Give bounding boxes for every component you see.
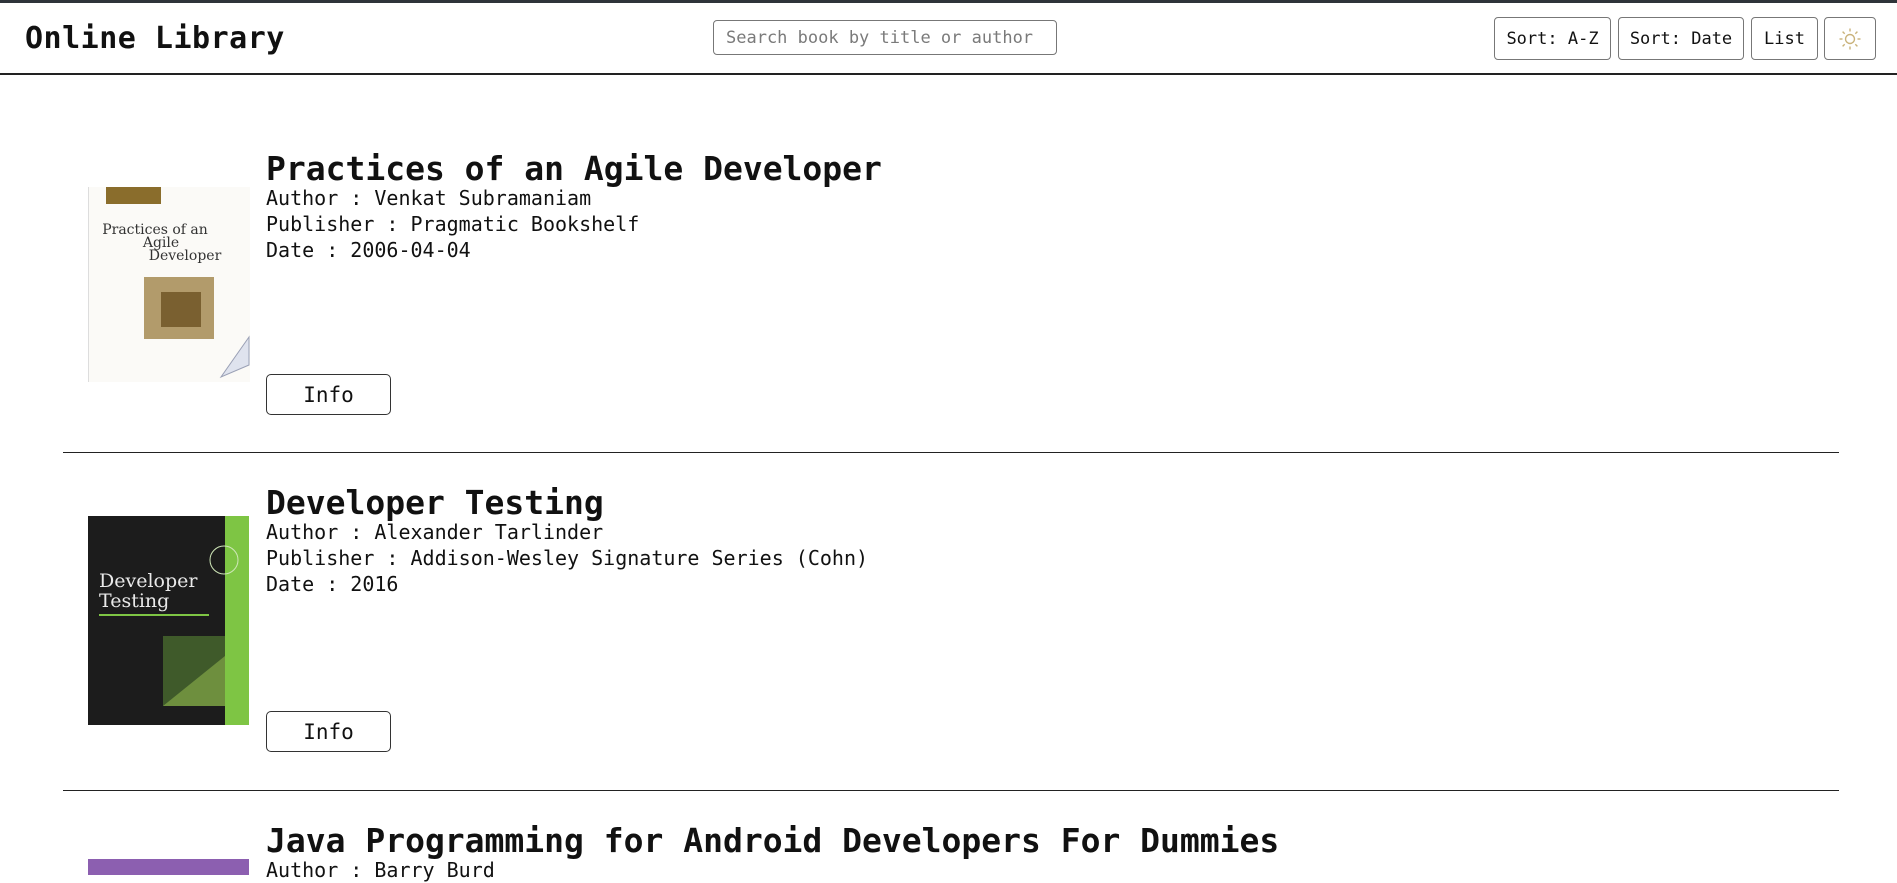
book-meta: Author : Venkat Subramaniam Publisher : … xyxy=(266,185,639,263)
book-author: Author : Barry Burd xyxy=(266,858,495,882)
book-author: Author : Alexander Tarlinder xyxy=(266,520,604,544)
cover-text-line: Developer xyxy=(149,248,222,264)
search-input[interactable] xyxy=(713,20,1057,55)
top-bar: Online Library Sort: A-Z Sort: Date List xyxy=(0,3,1897,75)
book-card: Java Programming for Android Developers … xyxy=(63,791,1839,882)
book-card: Practices of an Agile Developer Practice… xyxy=(63,75,1839,453)
book-date: Date : 2016 xyxy=(266,572,399,596)
book-cover-image[interactable]: Practices of an Agile Developer xyxy=(88,187,250,382)
cover-text-line: Testing xyxy=(99,590,169,612)
info-button[interactable]: Info xyxy=(266,711,391,752)
view-toggle-button[interactable]: List xyxy=(1751,17,1818,60)
info-button[interactable]: Info xyxy=(266,374,391,415)
sort-az-button[interactable]: Sort: A-Z xyxy=(1494,17,1611,60)
book-meta: Author : Barry Burd xyxy=(266,857,495,883)
theme-toggle-button[interactable] xyxy=(1824,17,1876,60)
book-author: Author : Venkat Subramaniam xyxy=(266,186,592,210)
app-title: Online Library xyxy=(25,21,285,56)
book-title[interactable]: Developer Testing xyxy=(266,483,604,522)
cover-text-line: Developer xyxy=(99,570,198,592)
book-title[interactable]: Java Programming for Android Developers … xyxy=(266,821,1279,860)
book-publisher: Publisher : Pragmatic Bookshelf xyxy=(266,212,640,236)
book-meta: Author : Alexander Tarlinder Publisher :… xyxy=(266,519,868,597)
book-cover-image[interactable] xyxy=(88,859,249,875)
book-publisher: Publisher : Addison-Wesley Signature Ser… xyxy=(266,546,869,570)
book-card: Developer Testing Developer Testing Auth… xyxy=(63,453,1839,791)
book-cover-image[interactable]: Developer Testing xyxy=(88,516,249,725)
sort-date-button[interactable]: Sort: Date xyxy=(1618,17,1744,60)
book-title[interactable]: Practices of an Agile Developer xyxy=(266,149,882,188)
book-date: Date : 2006-04-04 xyxy=(266,238,471,262)
sun-icon xyxy=(1838,27,1862,51)
